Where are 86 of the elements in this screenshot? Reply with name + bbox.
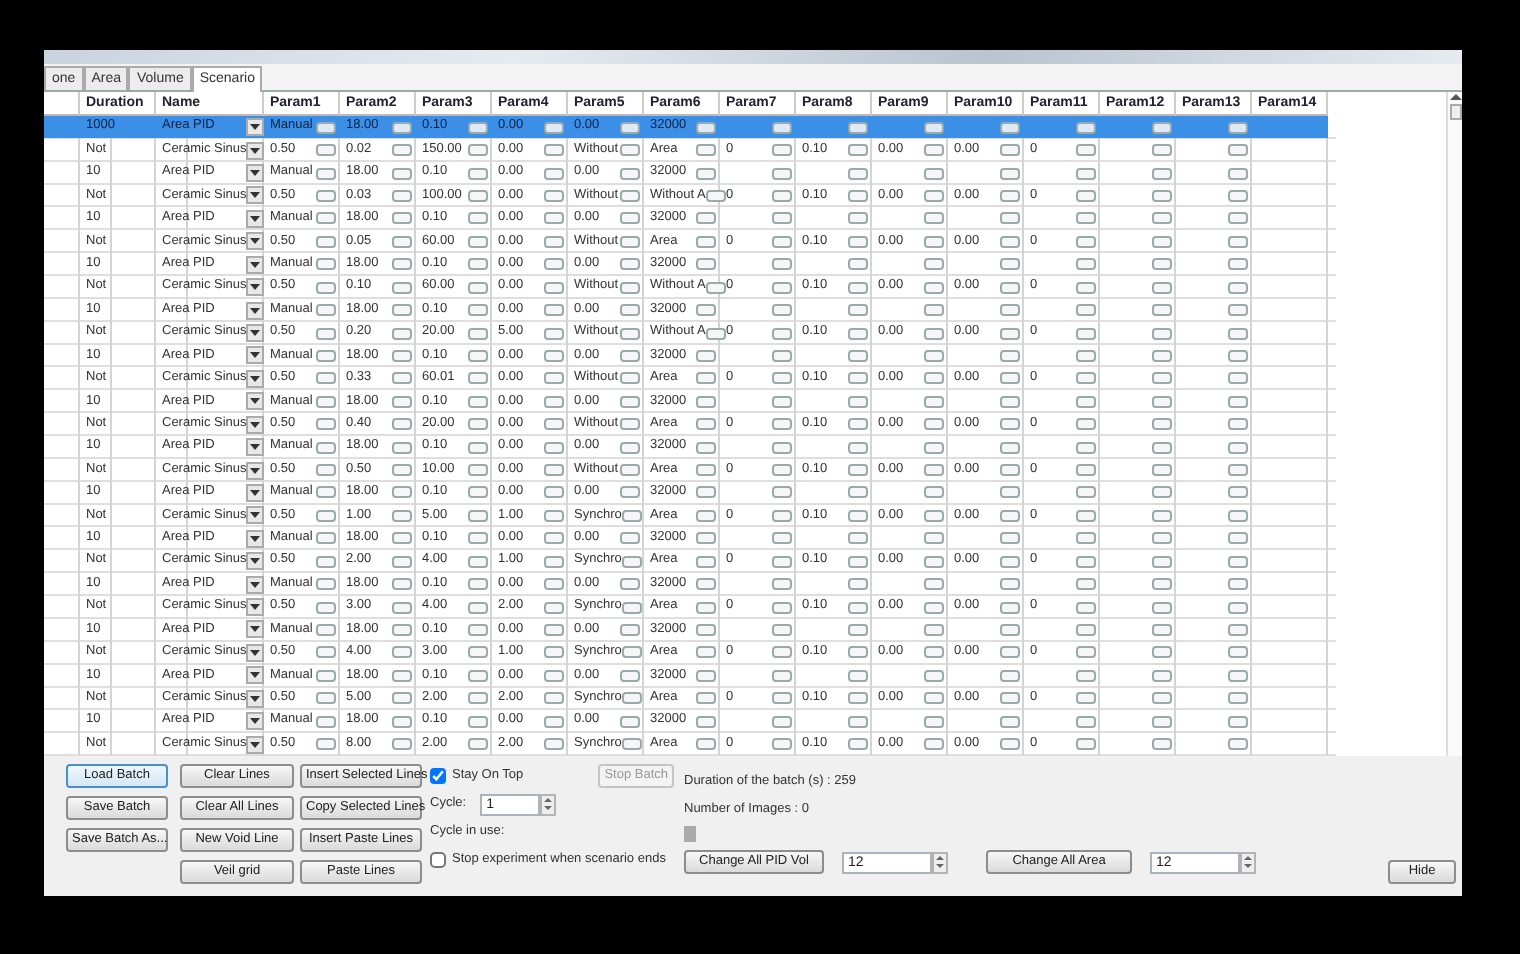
caret-icon: [250, 375, 261, 382]
caret-icon: [250, 444, 260, 451]
dropdown-button[interactable]: [246, 415, 265, 434]
spin-button[interactable]: [932, 851, 948, 873]
caret-icon: [250, 718, 260, 725]
dropdown-button[interactable]: [246, 461, 265, 480]
caret-icon: [250, 626, 260, 633]
caret-icon: [250, 672, 260, 679]
dropdown-button[interactable]: [246, 666, 264, 685]
ellipsis-button[interactable]: [620, 532, 640, 545]
caret-icon: [250, 124, 260, 131]
dropdown-button[interactable]: [246, 598, 265, 617]
caret-icon: [250, 512, 261, 519]
caret-icon: [250, 649, 261, 656]
down-arrow-icon: [936, 864, 944, 869]
dropdown-button[interactable]: [246, 620, 264, 639]
dropdown-button[interactable]: [246, 278, 265, 297]
dropdown-button[interactable]: [246, 529, 264, 548]
dropdown-button[interactable]: [246, 712, 264, 731]
up-arrow-icon: [936, 855, 944, 860]
caret-icon: [250, 284, 261, 291]
scroll-thumb[interactable]: [1449, 104, 1461, 120]
ellipsis-button[interactable]: [620, 578, 640, 591]
ellipsis-button[interactable]: [621, 601, 642, 614]
dropdown-button[interactable]: [246, 209, 264, 228]
dropdown-button[interactable]: [246, 575, 264, 594]
caret-icon: [250, 330, 261, 336]
caret-icon: [250, 535, 260, 542]
ellipsis-button[interactable]: [621, 509, 642, 522]
dropdown-button[interactable]: [246, 141, 265, 160]
ellipsis-button[interactable]: [705, 189, 726, 202]
ellipsis-button[interactable]: [696, 304, 716, 317]
dropdown-button[interactable]: [246, 369, 265, 388]
ellipsis-button[interactable]: [620, 623, 640, 636]
dropdown-button[interactable]: [246, 164, 264, 183]
ellipsis-button[interactable]: [620, 715, 640, 728]
caret-icon: [250, 398, 260, 405]
caret-icon: [250, 467, 261, 474]
dropdown-button[interactable]: [246, 392, 264, 411]
dropdown-button[interactable]: [246, 643, 265, 662]
caret-icon: [250, 421, 261, 428]
caret-icon: [250, 489, 260, 496]
caret-icon: [250, 695, 261, 702]
dropdown-button[interactable]: [246, 232, 265, 251]
up-arrow-icon: [1244, 855, 1252, 860]
caret-icon: [250, 307, 260, 314]
dropdown-button[interactable]: [246, 483, 264, 502]
caret-icon: [250, 192, 261, 199]
caret-icon: [250, 558, 261, 565]
ellipsis-button[interactable]: [620, 669, 640, 682]
dropdown-button[interactable]: [246, 438, 264, 457]
dropdown-button[interactable]: [246, 186, 265, 205]
spin-button[interactable]: [1240, 851, 1256, 873]
checkbox[interactable]: [430, 852, 446, 868]
caret-icon: [250, 170, 260, 177]
dropdown-button[interactable]: [246, 324, 265, 342]
caret-icon: [250, 215, 260, 222]
dropdown-button[interactable]: [246, 552, 265, 571]
dropdown-button[interactable]: [246, 118, 264, 137]
up-arrow-icon[interactable]: [1449, 92, 1461, 102]
ellipsis-button[interactable]: [621, 692, 642, 705]
caret-icon: [250, 147, 261, 154]
dropdown-button[interactable]: [246, 689, 265, 708]
caret-icon: [250, 604, 261, 611]
ellipsis-button[interactable]: [621, 646, 642, 659]
caret-icon: [250, 581, 260, 588]
checkbox[interactable]: [430, 768, 446, 784]
caret-icon: [250, 261, 260, 268]
caret-icon: [250, 238, 261, 245]
down-arrow-icon: [544, 806, 553, 811]
up-arrow-icon: [544, 797, 553, 802]
ellipsis-button[interactable]: [621, 738, 642, 751]
spin-button[interactable]: [540, 793, 557, 815]
dropdown-button[interactable]: [246, 255, 264, 274]
ellipsis-button[interactable]: [621, 555, 642, 568]
scrollbar[interactable]: [1446, 92, 1462, 756]
dropdown-button[interactable]: [246, 506, 265, 525]
progress-indicator: [684, 826, 696, 842]
dropdown-button[interactable]: [246, 735, 265, 754]
caret-icon: [250, 741, 261, 748]
caret-icon: [250, 352, 260, 359]
ellipsis-button[interactable]: [705, 327, 726, 339]
dropdown-button[interactable]: [246, 301, 264, 320]
dropdown-button[interactable]: [246, 346, 264, 365]
down-arrow-icon: [1244, 864, 1252, 869]
ellipsis-button[interactable]: [705, 281, 726, 294]
